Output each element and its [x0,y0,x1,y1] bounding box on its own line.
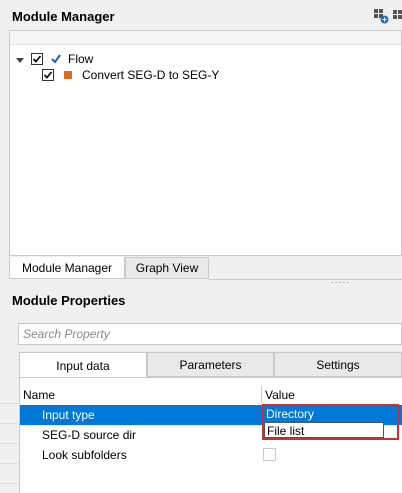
column-header-name[interactable]: Name [20,386,262,404]
look-subfolders-checkbox[interactable] [263,448,276,461]
tab-input-data[interactable]: Input data [19,352,147,378]
search-property-input[interactable]: Search Property [18,323,402,345]
tree-item-flow[interactable]: Flow [15,51,93,67]
splitter-handle[interactable] [330,281,350,284]
tab-divider [209,279,402,280]
flow-checkbox[interactable] [31,53,43,65]
tab-parameters[interactable]: Parameters [147,352,274,377]
module-tree: Flow Convert SEG-D to SEG-Y [9,30,402,256]
dropdown-option-directory[interactable]: Directory [264,406,397,422]
tree-item-label: Flow [68,52,94,66]
dropdown-option-file-list[interactable]: File list [264,422,384,438]
checkmark-icon [50,53,62,65]
tab-module-manager[interactable]: Module Manager [9,257,125,279]
tree-item-convert[interactable]: Convert SEG-D to SEG-Y [42,67,219,83]
tab-settings[interactable]: Settings [274,352,402,377]
add-module-icon[interactable] [373,8,389,24]
column-header-value[interactable]: Value [262,386,402,404]
expand-arrow-icon[interactable] [15,54,25,64]
property-name: Input type [42,408,95,422]
tab-graph-view[interactable]: Graph View [125,257,209,279]
property-name: SEG-D source dir [42,428,137,442]
property-name: Look subfolders [42,448,127,462]
module-icon[interactable] [392,8,402,24]
tree-header [10,31,401,45]
tree-item-label: Convert SEG-D to SEG-Y [82,68,220,82]
module-manager-title: Module Manager [12,9,115,24]
module-square-icon [64,71,72,79]
module-properties-title: Module Properties [12,293,126,308]
grid-gutter [0,403,18,493]
convert-checkbox[interactable] [42,69,54,81]
property-row-look-subfolders[interactable]: Look subfolders [20,445,402,465]
input-type-dropdown[interactable]: Directory File list [262,404,399,440]
